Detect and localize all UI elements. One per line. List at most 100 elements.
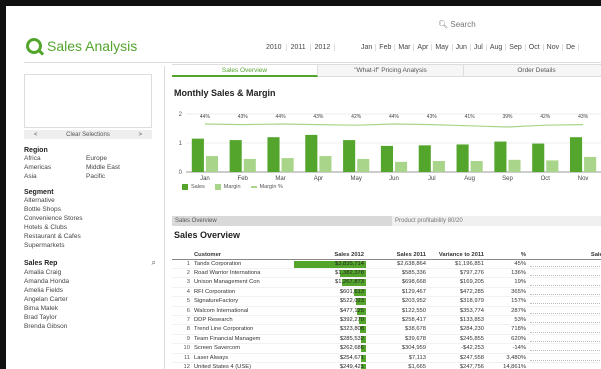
table-row[interactable]: 7 DDP Research $392,270 $258,417 $133,853 53% [172,315,601,326]
segment-item[interactable]: Alternative [24,196,156,205]
prev-selection-button[interactable]: < [34,132,38,138]
clear-selections-button[interactable]: Clear Selections [66,132,110,138]
customer-cell[interactable]: RFI Corporation [192,287,294,298]
variance-cell: $1,196,851 [428,259,486,269]
customer-cell[interactable]: Walcom International [192,306,294,316]
search-icon: 🔍︎ [438,20,449,29]
pct-cell: 365% [486,287,528,298]
year-2011[interactable]: 2011 [287,44,311,51]
month-oct[interactable]: Oct [526,44,544,51]
legend-margin: Margin [214,184,241,190]
table-row[interactable]: 5 SignatureFactory $522,023 $203,952 $318,97… [172,296,601,307]
salesrep-item[interactable]: Amalia Craig [24,268,156,277]
row-number: 6 [172,306,192,316]
search-box[interactable]: 🔍︎ Search [438,20,476,29]
month-sep[interactable]: Sep [506,44,526,51]
pct-cell: 14,861% [486,362,528,369]
next-selection-button[interactable]: > [138,132,142,138]
variance-cell: $245,855 [428,334,486,345]
header-customer[interactable]: Customer [192,242,294,260]
salesrep-item[interactable]: Brenda Gibson [24,322,156,331]
row-number: 4 [172,287,192,298]
tab-what-if-pricing[interactable]: "What-if" Pricing Analysis [318,64,464,77]
segment-item[interactable]: Bottle Shops [24,205,156,214]
month-nov[interactable]: Nov [544,44,564,51]
month-jan[interactable]: Jan [358,44,377,51]
table-row[interactable]: 8 Trend Line Corporation $323,808 $38,678 $2… [172,324,601,335]
customer-cell[interactable]: United States 4 (USE) [192,362,294,369]
legend-sales: Sales [182,184,205,190]
region-item[interactable]: Pacific [86,172,148,181]
row-number: 11 [172,353,192,363]
x-tick-label: Feb [238,176,249,182]
margin-bar [508,159,521,172]
table-row[interactable]: 10 Screen Savercom $262,686 $304,959 -$42,25… [172,343,601,354]
x-tick-label: Jun [389,176,399,182]
tab-sales-overview[interactable]: Sales Overview [172,64,318,77]
chart-title: Monthly Sales & Margin [174,88,276,98]
year-2010[interactable]: 2010 [262,44,287,51]
segment-item[interactable]: Supermarkets [24,241,156,250]
salesrep-item[interactable]: Brad Taylor [24,313,156,322]
customer-cell[interactable]: Unison Management Con [192,277,294,288]
region-item[interactable]: Europe [86,154,148,163]
month-apr[interactable]: Apr [414,44,433,51]
month-jun[interactable]: Jun [453,44,471,51]
header-rownum [172,242,192,260]
month-dec[interactable]: De [563,44,580,51]
subtab-product-profitability[interactable]: Product profitability 80/20 [392,216,601,226]
customer-cell[interactable]: Screen Savercom [192,343,294,354]
salesrep-item[interactable]: Angelan Carter [24,295,156,304]
search-icon[interactable]: ⌕ [152,258,156,268]
table-row[interactable]: 1 Tands Corporation $3,835,714 $2,638,864 $1… [172,259,601,269]
month-jul[interactable]: Jul [471,44,487,51]
table-row[interactable]: 12 United States 4 (USE) $249,421 $1,665 $24… [172,362,601,369]
month-aug[interactable]: Aug [487,44,507,51]
app-window: 🔍︎ Search Sales Analysis 2010 2011 2012 … [0,0,601,369]
year-2012[interactable]: 2012 [311,44,336,51]
table-row[interactable]: 3 Unison Management Con $1,267,873 $698,668… [172,277,601,288]
table-row[interactable]: 2 Road Warrior Internationa $1,382,378 $585… [172,268,601,279]
sparkline [530,263,601,267]
table-row[interactable]: 4 RFI Corporation $601,613 $129,467 $472,285… [172,287,601,298]
header-sales-2011[interactable]: Sales 2011 [366,242,428,260]
margin-bar [319,156,332,172]
region-item[interactable]: Asia [24,172,86,181]
month-feb[interactable]: Feb [376,44,396,51]
segment-item[interactable]: Convenience Stores [24,214,156,223]
customer-cell[interactable]: DDP Research [192,315,294,326]
sales-2012-cell: $3,835,714 [294,259,366,269]
salesrep-item[interactable]: Amanda Honda [24,277,156,286]
salesrep-item[interactable]: Amelia Fields [24,286,156,295]
header-variance[interactable]: Variance to 2011 [428,242,486,260]
sales-2011-cell: $38,678 [366,324,428,335]
customer-cell[interactable]: Trend Line Corporation [192,324,294,335]
region-item[interactable]: Africa [24,154,86,163]
customer-cell[interactable]: Road Warrior Internationa [192,268,294,279]
tab-order-details[interactable]: Order Details [464,64,601,77]
region-item[interactable]: Americas [24,163,86,172]
region-item[interactable]: Middle East [86,163,148,172]
sales-2011-cell: $585,336 [366,268,428,279]
month-mar[interactable]: Mar [395,44,415,51]
customer-cell[interactable]: Team Financial Managem [192,334,294,345]
margin-bar [432,160,445,172]
customer-cell[interactable]: SignatureFactory [192,296,294,307]
table-row[interactable]: 11 Laser Always $254,671 $7,113 $247,558 3,48… [172,353,601,363]
customer-cell[interactable]: Tands Corporation [192,259,294,269]
variance-cell: $284,230 [428,324,486,335]
subtab-sales-overview[interactable]: Sales Overview [172,216,392,226]
segment-item[interactable]: Restaurant & Cafes [24,232,156,241]
header-sales-trend[interactable]: Sales [528,242,601,260]
sales-2012-value: $285,532 [339,335,364,342]
header-pct[interactable]: % [486,242,528,260]
table-row[interactable]: 6 Walcom International $477,125 $122,550 $35… [172,306,601,316]
month-may[interactable]: May [432,44,453,51]
salesrep-item[interactable]: Bima Malek [24,304,156,313]
segment-item[interactable]: Hotels & Clubs [24,223,156,232]
table-row[interactable]: 9 Team Financial Managem $285,532 $39,678 $2… [172,334,601,345]
customer-cell[interactable]: Laser Always [192,353,294,363]
header-sales-2012[interactable]: Sales 2012 [294,242,366,260]
segment-list: Alternative Bottle Shops Convenience Sto… [24,196,156,250]
legend-margin-pct-label: Margin % [259,184,283,190]
